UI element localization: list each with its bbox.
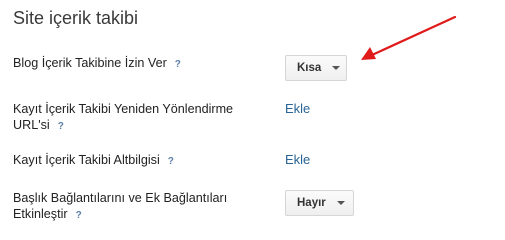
red-arrow-icon <box>361 15 457 60</box>
